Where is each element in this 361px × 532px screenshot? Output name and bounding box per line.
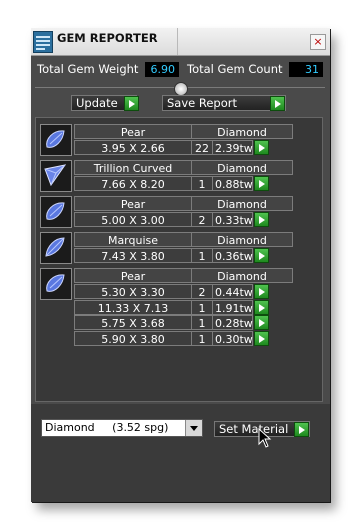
gem-size-cell: 5.00 X 3.00	[74, 211, 192, 227]
save-report-arrow-icon[interactable]	[270, 96, 285, 111]
app-icon	[33, 31, 53, 53]
save-report-button-label: Save Report	[167, 96, 238, 110]
gem-weight-cell: 0.33tw	[212, 211, 253, 227]
gem-material-label: Diamond	[191, 232, 293, 247]
mouse-cursor-icon	[258, 428, 272, 448]
gem-row-arrow-icon[interactable]	[254, 315, 269, 331]
gem-weight-cell: 0.28tw	[212, 315, 253, 331]
total-gem-weight-label: Total Gem Weight	[37, 62, 139, 76]
marquise-gem-icon[interactable]	[40, 232, 72, 264]
gem-weight-cell: 1.91tw	[212, 299, 253, 315]
trillion-gem-icon[interactable]	[40, 160, 72, 192]
gem-row-arrow-icon[interactable]	[254, 139, 269, 155]
gem-material-label: Diamond	[191, 160, 293, 175]
save-report-button[interactable]: Save Report	[162, 95, 286, 111]
close-icon[interactable]: ×	[310, 34, 326, 50]
gem-size-cell: 5.75 X 3.68	[74, 315, 192, 331]
gem-qty-cell: 1	[191, 175, 213, 191]
gem-weight-cell: 0.88tw	[212, 175, 253, 191]
total-gem-count-label: Total Gem Count	[187, 62, 283, 76]
gem-material-label: Diamond	[191, 196, 293, 211]
gem-qty-cell: 1	[191, 315, 213, 331]
gem-material-label: Diamond	[191, 124, 293, 139]
total-gem-count-value: 31	[289, 62, 323, 77]
gem-row-arrow-icon[interactable]	[254, 331, 269, 347]
gem-qty-cell: 1	[191, 247, 213, 263]
pear-gem-icon[interactable]	[40, 124, 72, 156]
set-material-arrow-icon[interactable]	[294, 422, 309, 437]
material-select[interactable]: Diamond (3.52 spg)	[41, 419, 203, 437]
gem-list[interactable]: Pear Diamond 3.95 X 2.66 22 2.39tw Trillion C…	[35, 117, 323, 402]
gem-weight-cell: 0.30tw	[212, 331, 253, 347]
gem-weight-cell: 0.44tw	[212, 283, 253, 299]
gem-shape-label: Pear	[74, 196, 192, 211]
update-arrow-icon[interactable]	[124, 96, 139, 111]
gem-size-cell: 7.43 X 3.80	[74, 247, 192, 263]
gem-qty-cell: 1	[191, 331, 213, 347]
material-select-value: Diamond (3.52 spg)	[45, 421, 169, 434]
gem-reporter-window: GEM REPORTER × Total Gem Weight 6.90 Tot…	[31, 28, 330, 502]
gem-qty-cell: 22	[191, 139, 213, 155]
gem-weight-cell: 0.36tw	[212, 247, 253, 263]
gem-qty-cell: 2	[191, 283, 213, 299]
update-button-label: Update	[76, 96, 118, 110]
chevron-down-icon[interactable]	[185, 420, 202, 436]
gem-size-cell: 11.33 X 7.13	[74, 299, 192, 315]
title-divider	[177, 28, 178, 55]
gem-size-cell: 5.30 X 3.30	[74, 283, 192, 299]
gem-row-arrow-icon[interactable]	[254, 283, 269, 299]
gem-shape-label: Trillion Curved	[74, 160, 192, 175]
gem-row-arrow-icon[interactable]	[254, 247, 269, 263]
gem-weight-cell: 2.39tw	[212, 139, 253, 155]
pear-gem-icon[interactable]	[40, 196, 72, 228]
gem-material-label: Diamond	[191, 268, 293, 283]
total-gem-weight-value: 6.90	[145, 62, 179, 77]
gem-row-arrow-icon[interactable]	[254, 175, 269, 191]
gem-row-arrow-icon[interactable]	[254, 211, 269, 227]
pear-gem-icon[interactable]	[40, 268, 72, 300]
gem-size-cell: 7.66 X 8.20	[74, 175, 192, 191]
gem-qty-cell: 2	[191, 211, 213, 227]
window-title: GEM REPORTER	[57, 31, 158, 45]
title-bar[interactable]: GEM REPORTER ×	[31, 28, 330, 56]
gem-size-cell: 3.95 X 2.66	[74, 139, 192, 155]
gem-size-cell: 5.90 X 3.80	[74, 331, 192, 347]
gem-shape-label: Marquise	[74, 232, 192, 247]
gem-shape-label: Pear	[74, 268, 192, 283]
gem-row-arrow-icon[interactable]	[254, 299, 269, 315]
gem-qty-cell: 1	[191, 299, 213, 315]
collapse-knob-icon[interactable]	[174, 82, 188, 96]
gem-shape-label: Pear	[74, 124, 192, 139]
set-material-button-label: Set Material	[219, 422, 289, 436]
